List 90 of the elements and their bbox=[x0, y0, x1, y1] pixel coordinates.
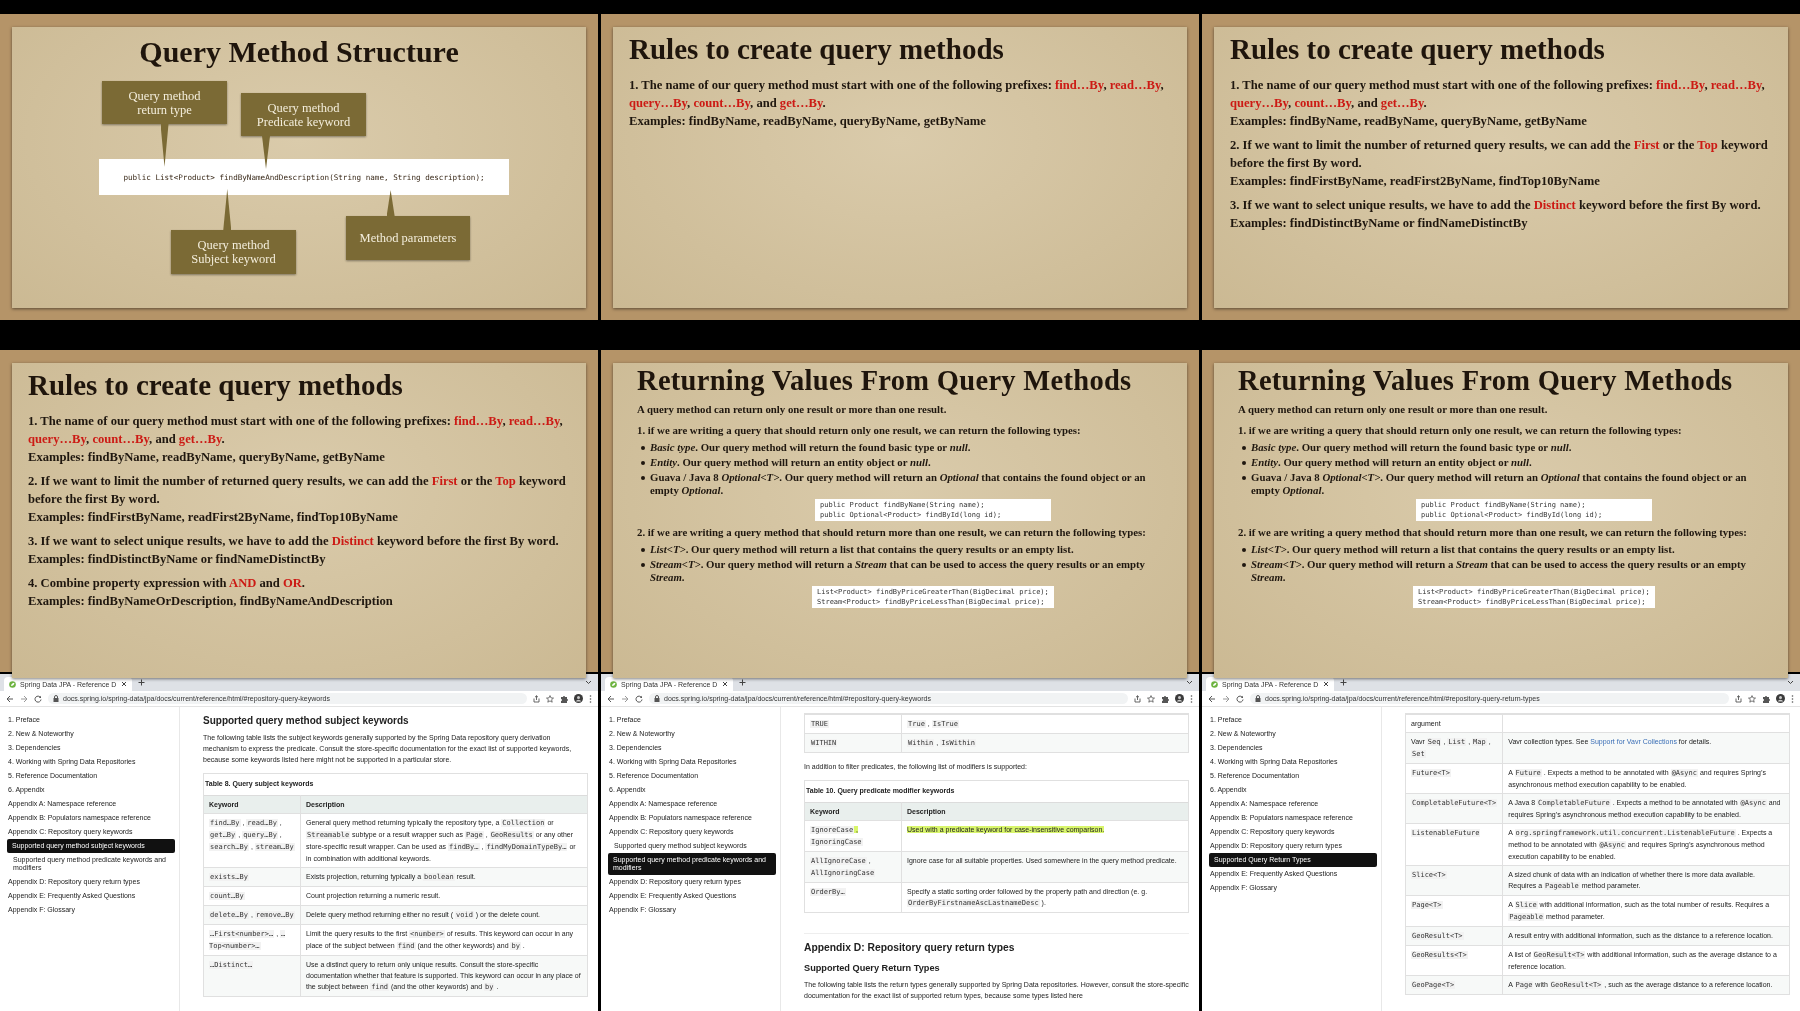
forward-icon[interactable] bbox=[20, 694, 28, 703]
menu-icon[interactable] bbox=[589, 694, 592, 703]
bullet-text: Entity. Our query method will return an entity object or null. bbox=[1251, 456, 1532, 469]
slide-title: Rules to create query methods bbox=[1230, 33, 1606, 66]
menu-icon[interactable] bbox=[1190, 694, 1193, 703]
avatar-icon[interactable] bbox=[1175, 694, 1184, 703]
reload-icon[interactable] bbox=[1236, 694, 1244, 703]
bullet-text: List<T>. Our query method will return a list that contains the query results or an empty list. bbox=[1251, 543, 1675, 556]
bullet-icon bbox=[641, 461, 645, 465]
menu-icon[interactable] bbox=[1791, 694, 1794, 703]
chevron-down-icon[interactable] bbox=[585, 680, 592, 685]
bullet-text: Basic type. Our query method will return the found basic type or null. bbox=[1251, 441, 1572, 454]
reload-icon[interactable] bbox=[34, 694, 42, 703]
rule-text: 1. The name of our query method must start with one of the following prefixes: find…By, read…By, query…By, count…By, and get…By. bbox=[1230, 77, 1766, 112]
examples-text: Examples: findByName, readByName, queryByName, getByName bbox=[28, 449, 386, 466]
bullet-icon bbox=[1242, 461, 1246, 465]
chevron-down-icon[interactable] bbox=[1186, 680, 1193, 685]
leaf-icon bbox=[610, 680, 617, 688]
rule-text: 2. If we want to limit the number of returned query results, we can add the First or the Top keyword before the first By word. bbox=[28, 473, 567, 508]
examples-text: Examples: findByNameOrDescription, findByNameAndDescription bbox=[28, 593, 394, 610]
leaf-icon bbox=[1211, 680, 1218, 688]
forward-icon[interactable] bbox=[1222, 694, 1230, 703]
bullet-icon bbox=[1242, 548, 1246, 552]
puzzle-icon[interactable] bbox=[1762, 694, 1770, 703]
back-icon[interactable] bbox=[6, 694, 14, 703]
rule-text: 3. If we want to select unique results, we have to add the Distinct keyword before the first By word. bbox=[28, 533, 560, 550]
slide-title: Returning Values From Query Methods bbox=[1238, 365, 1734, 397]
examples-text: Examples: findByName, readByName, queryByName, getByName bbox=[629, 113, 987, 130]
avatar-icon[interactable] bbox=[574, 694, 583, 703]
bullet-icon bbox=[641, 563, 645, 567]
section-heading: Appendix D: Repository query return types bbox=[804, 933, 1189, 953]
examples-text: Examples: findDistinctByName or findNameDistinctBy bbox=[28, 551, 327, 568]
back-icon[interactable] bbox=[1208, 694, 1216, 703]
lock-icon[interactable] bbox=[1255, 695, 1261, 702]
new-tab-icon[interactable] bbox=[1340, 679, 1347, 686]
back-icon[interactable] bbox=[607, 694, 615, 703]
section-heading: Supported query method subject keywords bbox=[203, 715, 410, 726]
rule-text: 3. If we want to select unique results, we have to add the Distinct keyword before the first By word. bbox=[1230, 197, 1762, 214]
section-heading: 1. if we are writing a query that should return only one result, we can return the following types: bbox=[637, 424, 1082, 437]
examples-text: Examples: findFirstByName, readFirst2ByName, findTop10ByName bbox=[1230, 173, 1601, 190]
rule-text: 2. If we want to limit the number of returned query results, we can add the First or the Top keyword before the first By word. bbox=[1230, 137, 1769, 172]
new-tab-icon[interactable] bbox=[138, 679, 145, 686]
examples-text: Examples: findFirstByName, readFirst2ByName, findTop10ByName bbox=[28, 509, 399, 526]
bullet-icon bbox=[1242, 476, 1246, 480]
rule-text: 1. The name of our query method must start with one of the following prefixes: find…By, read…By, query…By, count…By, and get…By. bbox=[28, 413, 564, 448]
new-tab-icon[interactable] bbox=[739, 679, 746, 686]
forward-icon[interactable] bbox=[621, 694, 629, 703]
section-heading: 2. if we are writing a query method that should return more than one result, we can return the following types: bbox=[1238, 526, 1748, 539]
close-icon[interactable] bbox=[1323, 681, 1329, 687]
leaf-icon bbox=[9, 680, 16, 688]
slide-title: Rules to create query methods bbox=[629, 33, 1005, 66]
intro-text: A query method can return only one result or more than one result. bbox=[1238, 403, 1549, 416]
share-icon[interactable] bbox=[1134, 694, 1141, 703]
bullet-text: List<T>. Our query method will return a list that contains the query results or an empty list. bbox=[650, 543, 1074, 556]
slide-title: Query Method Structure bbox=[138, 34, 460, 69]
share-icon[interactable] bbox=[1735, 694, 1742, 703]
examples-text: Examples: findByName, readByName, queryByName, getByName bbox=[1230, 113, 1588, 130]
bullet-text: Stream<T>. Our query method will return a Stream that can be used to access the query results or an empty Stream. bbox=[650, 558, 1146, 584]
star-icon[interactable] bbox=[1147, 694, 1155, 703]
bullet-icon bbox=[1242, 446, 1246, 450]
star-icon[interactable] bbox=[1748, 694, 1756, 703]
avatar-icon[interactable] bbox=[1776, 694, 1785, 703]
bullet-text: Guava / Java 8 Optional<T>. Our query method will return an Optional that contains the found object or an empty Optional. bbox=[650, 471, 1147, 497]
bullet-icon bbox=[641, 548, 645, 552]
bullet-text: Entity. Our query method will return an entity object or null. bbox=[650, 456, 931, 469]
bullet-icon bbox=[641, 446, 645, 450]
lock-icon[interactable] bbox=[654, 695, 660, 702]
star-icon[interactable] bbox=[546, 694, 554, 703]
bullet-icon bbox=[641, 476, 645, 480]
rule-text: 1. The name of our query method must start with one of the following prefixes: find…By, read…By, query…By, count…By, and get…By. bbox=[629, 77, 1165, 112]
slide-title: Returning Values From Query Methods bbox=[637, 365, 1133, 397]
lock-icon[interactable] bbox=[53, 695, 59, 702]
subsection-heading: Supported Query Return Types bbox=[804, 963, 941, 973]
share-icon[interactable] bbox=[533, 694, 540, 703]
examples-text: Examples: findDistinctByName or findNameDistinctBy bbox=[1230, 215, 1529, 232]
bullet-text: Stream<T>. Our query method will return a Stream that can be used to access the query results or an empty Stream. bbox=[1251, 558, 1747, 584]
rule-text: 4. Combine property expression with AND and OR. bbox=[28, 575, 306, 592]
bullet-text: Basic type. Our query method will return the found basic type or null. bbox=[650, 441, 971, 454]
section-heading: 1. if we are writing a query that should return only one result, we can return the following types: bbox=[1238, 424, 1683, 437]
bullet-text: Guava / Java 8 Optional<T>. Our query method will return an Optional that contains the found object or an empty Optional. bbox=[1251, 471, 1748, 497]
section-heading: 2. if we are writing a query method that should return more than one result, we can return the following types: bbox=[637, 526, 1147, 539]
reload-icon[interactable] bbox=[635, 694, 643, 703]
puzzle-icon[interactable] bbox=[560, 694, 568, 703]
close-icon[interactable] bbox=[722, 681, 728, 687]
chevron-down-icon[interactable] bbox=[1787, 680, 1794, 685]
bullet-icon bbox=[1242, 563, 1246, 567]
puzzle-icon[interactable] bbox=[1161, 694, 1169, 703]
intro-text: A query method can return only one result or more than one result. bbox=[637, 403, 948, 416]
close-icon[interactable] bbox=[121, 681, 127, 687]
slide-title: Rules to create query methods bbox=[28, 369, 404, 402]
